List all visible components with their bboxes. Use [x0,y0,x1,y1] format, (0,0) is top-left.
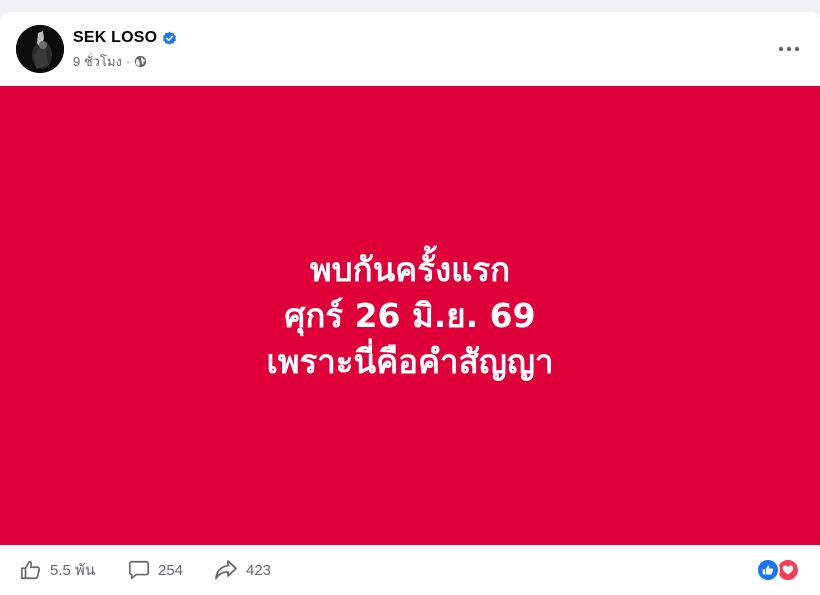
like-button[interactable]: 5.5 พัน [20,557,95,583]
more-options-button[interactable] [774,34,804,64]
banner-line-1: พบกันครั้งแรก [309,249,511,289]
author-row: SEK LOSO [73,27,177,49]
more-options-icon [778,46,800,52]
banner-line-3: เพราะนี่คือคำสัญญา [266,341,554,381]
globe-icon [135,55,147,67]
thumbs-up-icon [21,560,41,580]
share-icon [215,560,237,580]
post-card: SEK LOSO 9 ชั่วโมง · พบกันครั้งแรก ศุกร์… [0,12,820,595]
post-image-banner[interactable]: พบกันครั้งแรก ศุกร์ 26 มิ.ย. 69 เพราะนี่… [0,86,820,545]
comment-icon [129,560,149,580]
share-button[interactable]: 423 [214,557,271,583]
reaction-summary[interactable] [756,558,802,582]
comment-button[interactable]: 254 [128,557,183,583]
author-name[interactable]: SEK LOSO [73,29,157,47]
post-time[interactable]: 9 ชั่วโมง [73,51,122,72]
share-count: 423 [246,561,272,579]
meta-separator: · [125,53,131,69]
avatar[interactable] [16,25,64,73]
avatar-image [16,25,64,73]
post-header: SEK LOSO 9 ชั่วโมง · [0,12,820,86]
like-reaction-icon [756,558,780,582]
like-count: 5.5 พัน [50,562,96,579]
comment-count: 254 [158,561,184,579]
post-meta: 9 ชั่วโมง · [73,52,147,70]
verified-badge-icon [163,31,177,45]
banner-line-2: ศุกร์ 26 มิ.ย. 69 [284,295,536,335]
post-footer: 5.5 พัน 254 423 [0,545,820,595]
